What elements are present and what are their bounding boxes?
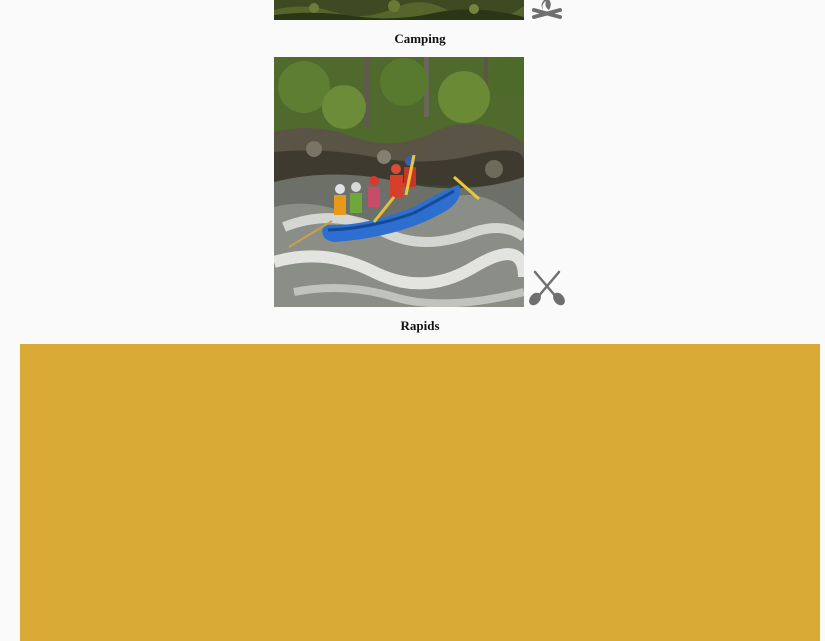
rapids-photo (274, 57, 524, 307)
campfire-icon (527, 0, 567, 20)
crossed-paddles-icon (527, 268, 567, 308)
banner-section (20, 344, 820, 641)
page: Camping Rapids (0, 0, 825, 641)
rapids-caption: Rapids (400, 318, 440, 333)
camping-caption: Camping (394, 31, 446, 46)
camping-photo (274, 0, 524, 20)
